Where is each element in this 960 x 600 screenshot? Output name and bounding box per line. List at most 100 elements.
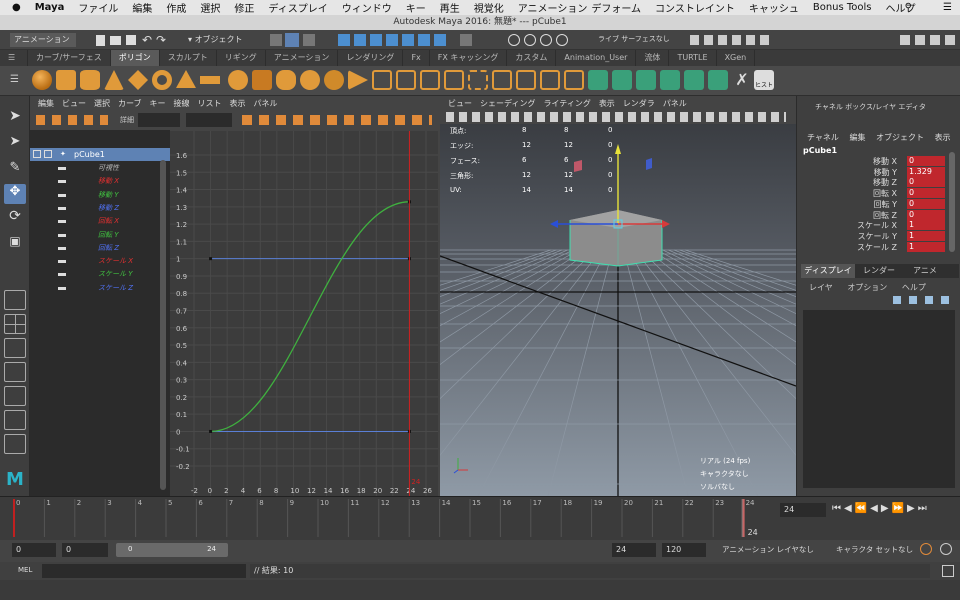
append-icon[interactable] (468, 70, 488, 90)
select-hierarchy-icon[interactable] (270, 34, 282, 46)
smooth-icon[interactable] (276, 70, 296, 90)
menu-select[interactable]: 選択 (200, 0, 220, 15)
tab-turtle[interactable]: TURTLE (669, 50, 717, 66)
snap-vertex-icon[interactable] (418, 34, 430, 46)
lasso-tool-icon[interactable]: ➤ (4, 134, 26, 154)
channel-row[interactable]: 移動 Z (30, 202, 170, 215)
graph-menu-list[interactable]: リスト (198, 98, 222, 109)
poly-disk-icon[interactable] (200, 76, 220, 84)
channel-row[interactable]: 回転 Y (30, 229, 170, 242)
bool-diff-icon[interactable] (324, 70, 344, 90)
persp-graph-icon[interactable] (4, 362, 26, 382)
four-view-icon[interactable] (4, 314, 26, 334)
cb-menu-edit[interactable]: 編集 (849, 133, 865, 142)
persp-outliner-icon[interactable] (4, 386, 26, 406)
play-backward-icon[interactable]: ◀ (870, 503, 881, 514)
tab-polygons[interactable]: ポリゴン (110, 50, 160, 66)
cb-menu-show[interactable]: 表示 (935, 133, 951, 142)
cb-attr-value[interactable]: 0 (907, 188, 945, 199)
menu-constrain[interactable]: コンストレイント (655, 0, 735, 15)
uv-spherical-icon[interactable] (636, 70, 656, 90)
tab-sculpting[interactable]: スカルプト (160, 50, 217, 66)
move-tool-icon[interactable]: ✥ (4, 184, 26, 204)
cb-attr-row[interactable]: 回転 Y 0 (797, 198, 947, 210)
separate-icon[interactable] (252, 70, 272, 90)
open-scene-icon[interactable] (110, 36, 121, 45)
graph-menu-view[interactable]: ビュー (62, 98, 86, 109)
bool-union-icon[interactable] (300, 70, 320, 90)
menuset-dropdown[interactable]: アニメーション ▾ (10, 33, 76, 58)
anim-prefs-icon[interactable] (940, 543, 952, 555)
combine-icon[interactable] (228, 70, 248, 90)
viewport-scene[interactable] (440, 124, 796, 496)
multi-cut-icon[interactable] (516, 70, 536, 90)
tab-fluids[interactable]: 流体 (636, 50, 670, 66)
rotate-tool-icon[interactable]: ⟳ (4, 208, 26, 228)
menu-key[interactable]: キー (406, 0, 426, 15)
cb-attr-row[interactable]: スケール Y 1 (797, 230, 947, 242)
vp-menu-panels[interactable]: パネル (663, 98, 687, 109)
snap-help-icon[interactable] (434, 34, 446, 46)
poly-plane-icon[interactable] (128, 70, 148, 90)
anim-start-field[interactable]: 0 (62, 543, 108, 557)
snap-surface-icon[interactable] (402, 34, 414, 46)
anim-end-field[interactable]: 24 (612, 543, 656, 557)
mel-label[interactable]: MEL (18, 566, 32, 574)
bevel-icon[interactable] (420, 70, 440, 90)
viewport-toolbar[interactable] (440, 110, 796, 124)
menu-display[interactable]: ディスプレイ (268, 0, 327, 15)
uv-layout-icon[interactable] (708, 70, 728, 90)
tab-fx[interactable]: Fx (403, 50, 430, 66)
layer-buttons[interactable] (893, 296, 953, 304)
custom-layout-icon[interactable] (4, 434, 26, 454)
channel-row[interactable]: スケール Y (30, 268, 170, 281)
viewport-toolbar-icons[interactable] (446, 112, 786, 122)
menu-deform[interactable]: デフォーム (591, 0, 641, 15)
tab-curves-surfaces[interactable]: カーブ/サーフェス (28, 50, 111, 66)
graph-menu-keys[interactable]: キー (150, 98, 166, 109)
cb-menu-object[interactable]: オブジェクト (876, 133, 924, 142)
tab-anim-layer[interactable]: アニメ (913, 264, 937, 278)
cb-attr-row[interactable]: 回転 Z 0 (797, 209, 947, 221)
channel-row[interactable]: 移動 Y (30, 189, 170, 202)
anim-layer-dropdown[interactable]: アニメーション レイヤなし (722, 544, 814, 555)
layer-menu-help[interactable]: ヘルプ (902, 283, 926, 292)
select-tool-icon[interactable]: ➤ (4, 108, 26, 128)
vp-menu-lighting[interactable]: ライティング (543, 98, 590, 109)
tab-rigging[interactable]: リギング (217, 50, 266, 66)
cb-attr-row[interactable]: 移動 Y 1.329 (797, 166, 947, 178)
frame-field[interactable] (138, 113, 180, 127)
select-object-icon[interactable] (285, 33, 299, 47)
channel-row[interactable]: 回転 X (30, 215, 170, 228)
new-scene-icon[interactable] (96, 35, 105, 46)
uv-auto-icon[interactable] (660, 70, 680, 90)
play-forward-icon[interactable]: ▶ (881, 503, 892, 514)
current-frame-field[interactable]: 24 (780, 503, 826, 517)
cb-attr-value[interactable]: 0 (907, 209, 945, 220)
graph-menu-show[interactable]: 表示 (230, 98, 246, 109)
poly-torus-icon[interactable] (152, 70, 172, 90)
workspace-icons[interactable] (690, 35, 770, 45)
snap-point-icon[interactable] (370, 34, 382, 46)
graph-menu-tangents[interactable]: 接線 (174, 98, 190, 109)
save-scene-icon[interactable] (126, 35, 136, 45)
outliner-root-row[interactable]: ✦ pCube1 (30, 148, 170, 161)
layout-icons[interactable] (900, 35, 956, 45)
list-icon[interactable]: ☰ (943, 2, 952, 13)
poly-cone-icon[interactable] (104, 70, 124, 90)
cb-scrollbar[interactable] (949, 152, 955, 252)
cb-attr-value[interactable]: 1 (907, 230, 945, 241)
bridge-icon[interactable] (396, 70, 416, 90)
visibility-toggle[interactable] (33, 150, 41, 158)
select-mode-dropdown[interactable]: ▾ オブジェクト (184, 33, 264, 47)
scale-tool-icon[interactable]: ▣ (4, 234, 26, 254)
tab-xgen[interactable]: XGen (717, 50, 756, 66)
tab-render-layer[interactable]: レンダー (863, 264, 895, 278)
mirror-icon[interactable] (348, 70, 368, 90)
poly-cylinder-icon[interactable] (80, 70, 100, 90)
start-time-field[interactable]: 0 (12, 543, 56, 557)
cb-attr-value[interactable]: 1 (907, 220, 945, 231)
cb-attr-row[interactable]: スケール Z 1 (797, 241, 947, 253)
side-by-side-icon[interactable] (4, 338, 26, 358)
app-menu[interactable]: Maya (35, 2, 65, 13)
